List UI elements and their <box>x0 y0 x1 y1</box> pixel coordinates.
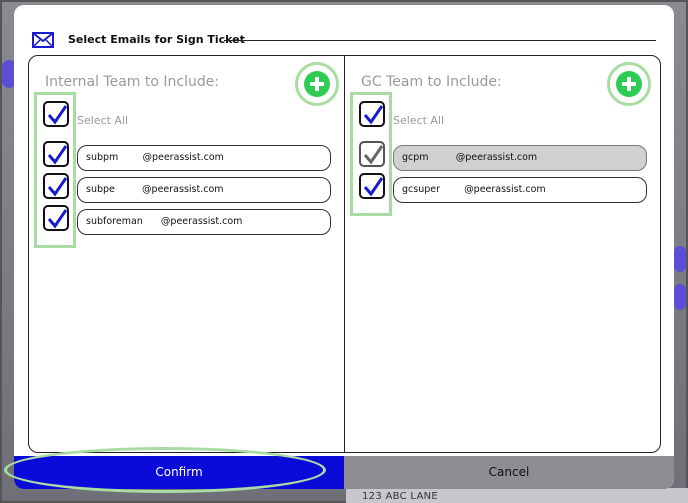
internal-email-field[interactable]: subpe @peerassist.com <box>77 177 331 203</box>
checkmark-icon <box>47 145 68 165</box>
internal-select-all-label: Select All <box>77 114 129 127</box>
internal-checkbox-column <box>34 92 76 248</box>
gc-team-panel: GC Team to Include: Select All gcpm @pee… <box>344 55 661 453</box>
add-internal-email-button[interactable] <box>295 62 339 106</box>
checkmark-icon <box>47 209 68 229</box>
dialog-footer: Confirm Cancel <box>14 456 674 489</box>
gc-email-field[interactable]: gcsuper @peerassist.com <box>393 177 647 203</box>
internal-team-panel: Internal Team to Include: Select All sub… <box>28 55 345 453</box>
checkmark-icon <box>363 105 384 125</box>
select-emails-dialog: Select Emails for Sign Ticket Internal T… <box>14 5 674 489</box>
checkmark-icon <box>47 177 68 197</box>
checkmark-icon <box>363 177 384 197</box>
gc-checkbox-column <box>350 92 392 216</box>
background-address: 123 ABC LANE <box>362 491 438 502</box>
checkmark-icon <box>47 105 68 125</box>
gc-email-checkbox-disabled[interactable] <box>359 141 385 167</box>
internal-email-checkbox[interactable] <box>43 141 69 167</box>
internal-select-all-checkbox[interactable] <box>43 101 69 127</box>
gc-email-field-disabled: gcpm @peerassist.com <box>393 145 647 171</box>
dialog-title: Select Emails for Sign Ticket <box>68 33 245 46</box>
gc-email-checkbox[interactable] <box>359 173 385 199</box>
internal-email-field[interactable]: subforeman @peerassist.com <box>77 209 331 235</box>
confirm-button[interactable]: Confirm <box>14 456 344 489</box>
dialog-header: Select Emails for Sign Ticket <box>32 31 656 51</box>
internal-email-checkbox[interactable] <box>43 205 69 231</box>
title-divider <box>224 40 656 41</box>
gc-team-title: GC Team to Include: <box>361 74 502 90</box>
internal-email-field[interactable]: subpm @peerassist.com <box>77 145 331 171</box>
internal-email-checkbox[interactable] <box>43 173 69 199</box>
mail-icon <box>32 32 54 48</box>
background-button <box>674 284 686 310</box>
plus-icon <box>616 71 642 97</box>
checkmark-icon <box>363 145 384 165</box>
cancel-button[interactable]: Cancel <box>344 456 674 489</box>
gc-select-all-label: Select All <box>393 114 445 127</box>
background-button <box>674 246 686 272</box>
plus-icon <box>304 71 330 97</box>
internal-team-title: Internal Team to Include: <box>45 74 220 90</box>
gc-select-all-checkbox[interactable] <box>359 101 385 127</box>
add-gc-email-button[interactable] <box>607 62 651 106</box>
